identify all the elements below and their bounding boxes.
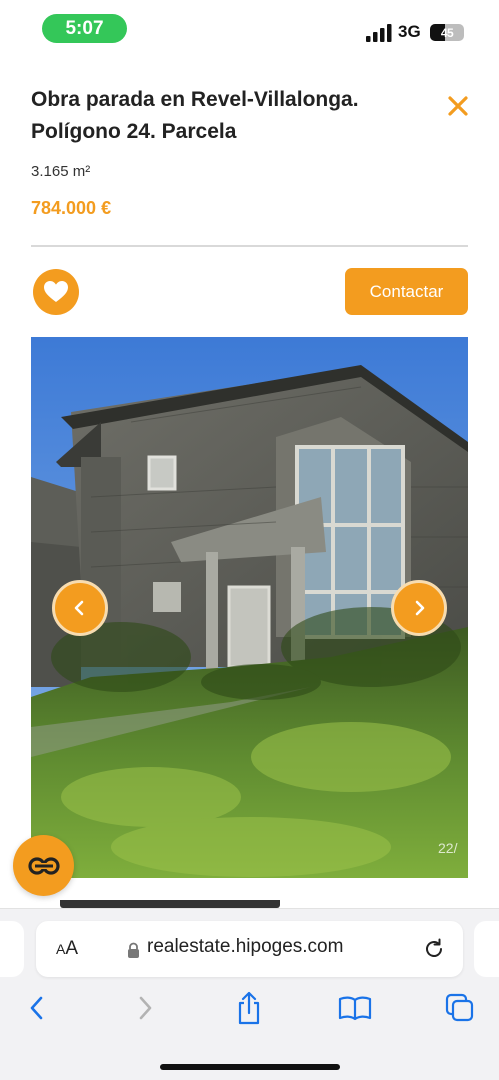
tabs-button[interactable] xyxy=(443,991,477,1025)
text-size-large-label: A xyxy=(65,938,79,959)
forward-icon xyxy=(139,996,152,1020)
share-button[interactable] xyxy=(232,991,266,1025)
bookmarks-icon xyxy=(338,996,372,1021)
previous-tab-pill[interactable] xyxy=(0,921,24,977)
contact-button[interactable]: Contactar xyxy=(345,268,468,315)
listing-area: 3.165 m² xyxy=(31,163,91,180)
listing-title: Obra parada en Revel-Villalonga. Polígon… xyxy=(31,88,359,143)
listing-sheet: Obra parada en Revel-Villalonga. Polígon… xyxy=(0,58,499,908)
home-indicator xyxy=(160,1064,340,1070)
chevron-right-icon xyxy=(415,600,425,616)
lock-icon xyxy=(128,942,139,958)
photo-caption-clipped xyxy=(60,900,280,908)
chat-button[interactable] xyxy=(13,835,74,896)
chevron-left-icon xyxy=(74,600,84,616)
battery-percent: 45 xyxy=(440,25,454,40)
text-size-small-label: A xyxy=(56,941,66,957)
heart-icon xyxy=(44,281,68,302)
address-bar[interactable]: AA realestate.hipoges.com xyxy=(36,921,463,977)
status-time: 5:07 xyxy=(42,14,127,43)
status-bar: 5:07 3G 45 xyxy=(0,0,499,58)
back-icon xyxy=(30,996,43,1020)
cellular-signal-icon xyxy=(366,24,392,42)
share-icon xyxy=(238,991,260,1025)
next-tab-pill[interactable] xyxy=(474,921,499,977)
text-size-button[interactable]: AA xyxy=(56,938,78,960)
gallery-prev-button[interactable] xyxy=(52,580,108,636)
browser-toolbar: AA realestate.hipoges.com xyxy=(0,908,499,1080)
listing-price: 784.000 € xyxy=(31,198,112,218)
network-type: 3G xyxy=(398,22,421,41)
bookmarks-button[interactable] xyxy=(338,991,372,1025)
close-icon[interactable] xyxy=(444,92,472,120)
gallery-counter: 22/ xyxy=(438,840,458,856)
chat-logo-icon xyxy=(27,856,60,875)
url-text[interactable]: realestate.hipoges.com xyxy=(147,936,343,958)
battery-icon: 45 xyxy=(430,24,464,41)
back-button[interactable] xyxy=(20,991,54,1025)
reload-icon[interactable] xyxy=(422,937,446,961)
divider xyxy=(31,245,468,247)
gallery-next-button[interactable] xyxy=(391,580,447,636)
forward-button[interactable] xyxy=(128,991,162,1025)
tabs-icon xyxy=(445,993,474,1022)
favorite-button[interactable] xyxy=(33,269,79,315)
